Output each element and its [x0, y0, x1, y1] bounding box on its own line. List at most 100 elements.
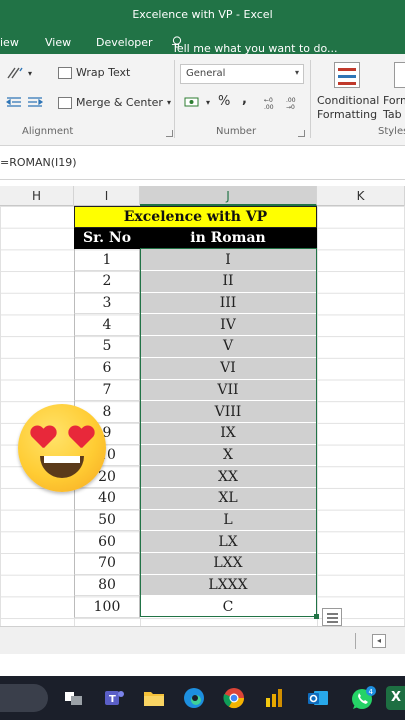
table-row: 40 XL [74, 487, 317, 510]
merge-center-label: Merge & Center [76, 96, 163, 109]
sr-no-cell[interactable]: 3 [74, 292, 140, 315]
merge-center-button[interactable]: Merge & Center ▾ [58, 96, 171, 109]
roman-cell[interactable]: XL [140, 487, 317, 510]
table-row: 80 LXXX [74, 574, 317, 597]
whatsapp-icon[interactable]: 4 [350, 686, 376, 710]
sr-no-cell[interactable]: 100 [74, 596, 140, 619]
windows-taskbar: T 4 X [0, 676, 405, 720]
roman-table: Excelence with VP Sr. No in Roman 1 I 2 II 3… [74, 206, 317, 619]
indent-buttons[interactable] [6, 96, 44, 108]
sr-no-cell[interactable]: 50 [74, 509, 140, 532]
column-header-j[interactable]: J [140, 186, 317, 206]
task-view-icon[interactable] [62, 686, 86, 710]
conditional-formatting-label-1: Conditional [317, 94, 380, 107]
table-row: 2 II [74, 271, 317, 293]
roman-cell[interactable]: I [140, 249, 317, 272]
rotate-text-icon [7, 67, 23, 79]
roman-cell[interactable]: VIII [140, 401, 317, 423]
sr-no-cell[interactable]: 4 [74, 314, 140, 337]
roman-cell[interactable]: II [140, 271, 317, 293]
fill-handle[interactable] [314, 614, 319, 619]
table-row: 5V [74, 336, 317, 358]
edge-icon[interactable] [182, 686, 206, 710]
format-as-table-label-1: Form [383, 94, 405, 107]
merge-icon [58, 96, 72, 109]
column-header-k[interactable]: K [317, 186, 405, 206]
decimal-buttons[interactable]: ←0.00.00 →0 [264, 96, 304, 110]
group-styles: Styles [378, 126, 405, 137]
roman-cell[interactable]: VI [140, 357, 317, 380]
decimal-increase-icon: ←0.00.00→0 [264, 97, 296, 110]
alignment-launcher-icon[interactable] [166, 130, 173, 137]
group-alignment: Alignment [22, 126, 74, 137]
sr-no-cell[interactable]: 7 [74, 379, 140, 402]
sr-no-cell[interactable]: 5 [74, 336, 140, 358]
roman-cell[interactable]: LX [140, 531, 317, 553]
chrome-icon[interactable] [222, 686, 246, 710]
roman-cell[interactable]: VII [140, 379, 317, 402]
roman-cell[interactable]: XX [140, 466, 317, 488]
formula-bar[interactable]: =ROMAN(I19) [0, 146, 405, 180]
whatsapp-badge: 4 [369, 688, 374, 696]
number-format-value: General [186, 68, 226, 79]
table-row: 3 III [74, 292, 317, 315]
tab-developer[interactable]: Developer [96, 36, 153, 49]
format-as-table-button[interactable]: Form Tab [383, 94, 405, 121]
column-header-i[interactable]: I [74, 186, 140, 206]
roman-cell[interactable]: III [140, 292, 317, 315]
sr-no-cell[interactable]: 60 [74, 531, 140, 553]
tab-view[interactable]: View [45, 36, 71, 49]
tell-me-box[interactable]: Tell me what you want to do... [172, 36, 338, 55]
quick-analysis-icon[interactable] [322, 608, 342, 626]
file-explorer-icon[interactable] [142, 686, 166, 710]
roman-cell[interactable]: X [140, 444, 317, 467]
roman-cell[interactable]: LXX [140, 553, 317, 575]
svg-text:T: T [109, 694, 116, 705]
formula-text[interactable]: =ROMAN(I19) [0, 156, 77, 169]
table-row: 6 VI [74, 357, 317, 380]
roman-cell[interactable]: IV [140, 314, 317, 337]
chevron-down-icon: ▾ [294, 68, 299, 77]
column-header-h[interactable]: H [0, 186, 74, 206]
wrap-text-button[interactable]: Wrap Text [58, 66, 130, 79]
percent-icon[interactable]: % [218, 94, 230, 109]
conditional-formatting-label-2: Formatting [317, 108, 378, 121]
header-in-roman[interactable]: in Roman [140, 227, 317, 250]
status-bar: ◂ [0, 626, 405, 654]
format-as-table-label-2: Tab [383, 108, 402, 121]
power-bi-icon[interactable] [262, 686, 286, 710]
sr-no-cell[interactable]: 6 [74, 357, 140, 380]
excel-icon[interactable]: X [386, 686, 405, 710]
wrap-text-icon [58, 66, 72, 79]
table-title[interactable]: Excelence with VP [74, 206, 317, 228]
teams-icon[interactable]: T [102, 686, 126, 710]
ribbon-tabs: iew View Developer Tell me what you want… [0, 30, 405, 55]
number-format-dropdown[interactable]: General ▾ [180, 64, 304, 84]
roman-cell[interactable]: LXXX [140, 574, 317, 597]
conditional-formatting-button[interactable]: Conditional Formatting [317, 94, 379, 121]
table-row: 20 XX [74, 466, 317, 488]
left-heart-eye [30, 426, 56, 450]
tab-review[interactable]: iew [0, 36, 19, 49]
roman-cell[interactable]: V [140, 336, 317, 358]
orientation-button[interactable]: ▾ [6, 66, 32, 80]
number-launcher-icon[interactable] [298, 130, 305, 137]
table-rows: 1 I 2 II 3 III 4 IV 5 V 6 VI 7 VII 8 VIII 9 IX 10 X 20 XX 40 XL… [74, 249, 317, 619]
currency-button[interactable]: ▾ [184, 96, 210, 109]
group-number: Number [216, 126, 257, 137]
header-sr-no[interactable]: Sr. No [74, 227, 140, 250]
scroll-left-button[interactable]: ◂ [372, 634, 386, 648]
outlook-icon[interactable] [306, 686, 330, 710]
sr-no-cell[interactable]: 80 [74, 574, 140, 597]
sr-no-cell[interactable]: 1 [74, 249, 140, 272]
sr-no-cell[interactable]: 2 [74, 271, 140, 293]
ribbon: ▾ Wrap Text Merge & Center ▾ General ▾ ▾… [0, 54, 405, 146]
roman-cell[interactable]: IX [140, 422, 317, 445]
sr-no-cell[interactable]: 70 [74, 553, 140, 575]
search-box[interactable] [0, 684, 48, 712]
comma-icon[interactable]: , [242, 92, 247, 107]
roman-cell[interactable]: L [140, 509, 317, 532]
sr-no-cell[interactable]: 40 [74, 487, 140, 510]
roman-cell[interactable]: C [140, 596, 317, 619]
right-heart-eye [68, 426, 94, 450]
